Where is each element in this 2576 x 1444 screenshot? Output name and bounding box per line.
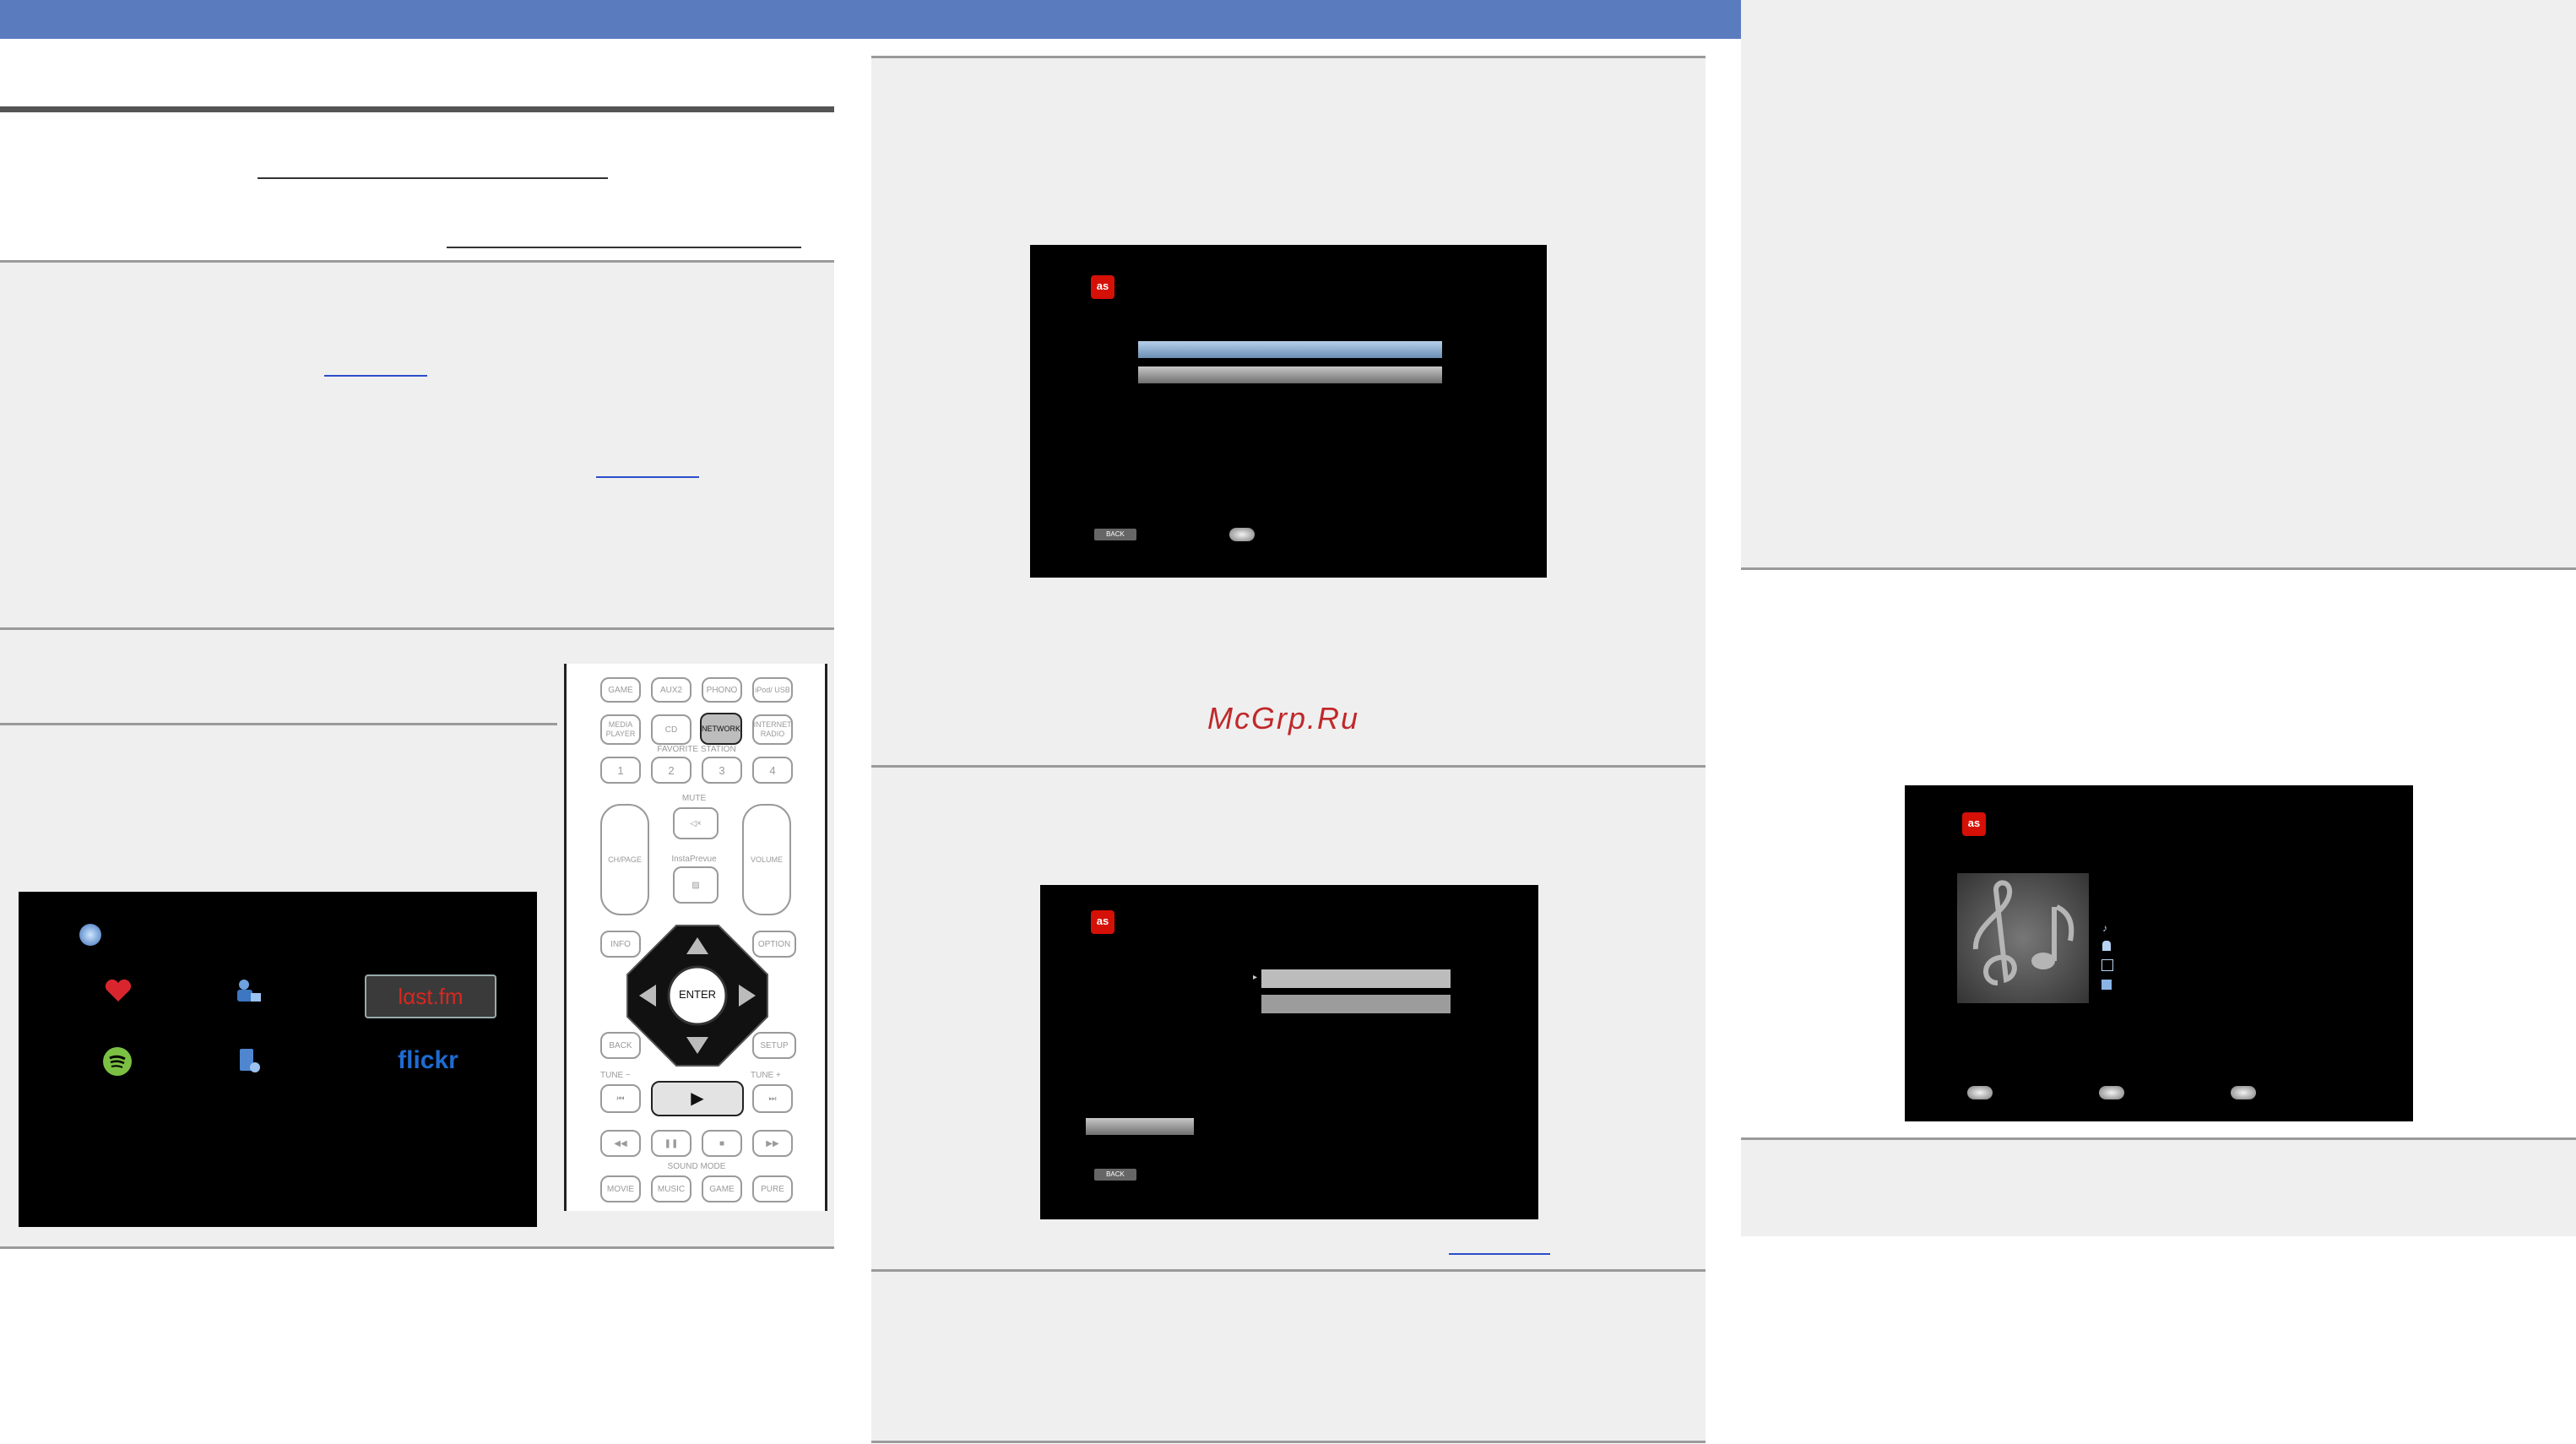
lastfm-login-screen: as BACK xyxy=(1030,245,1547,578)
game-mode-button[interactable]: GAME xyxy=(702,1175,742,1202)
pause-icon: ❚❚ xyxy=(664,1138,679,1148)
skip-back-button[interactable]: ⏮ xyxy=(600,1084,641,1113)
setup-button[interactable]: SETUP xyxy=(752,1032,796,1059)
pause-button[interactable]: ❚❚ xyxy=(651,1130,691,1157)
play-icon: ▶ xyxy=(691,1088,704,1108)
page-link[interactable] xyxy=(596,476,699,478)
sound-mode-label: SOUND MODE xyxy=(667,1162,726,1171)
lastfm-logo-icon: as xyxy=(1091,910,1114,934)
skip-forward-icon: ⏭ xyxy=(768,1094,777,1104)
album-art xyxy=(1957,873,2089,1003)
pure-button[interactable]: PURE xyxy=(752,1175,793,1202)
ipod-usb-button[interactable]: iPod/ USB xyxy=(752,677,793,703)
option-bar[interactable] xyxy=(1086,1118,1194,1135)
control-icon xyxy=(2099,1086,2124,1099)
spotify-icon[interactable] xyxy=(103,1047,132,1076)
network-screen: lαst.fm flickr xyxy=(19,892,537,1227)
underline-text xyxy=(447,247,801,248)
step-box xyxy=(0,630,557,723)
note-box xyxy=(0,263,834,627)
account-field-selected[interactable] xyxy=(1138,341,1442,358)
media-server-icon[interactable] xyxy=(234,978,264,1005)
step-box xyxy=(1741,0,2576,567)
page-link[interactable] xyxy=(1449,1253,1550,1255)
watermark: McGrp.Ru xyxy=(1207,701,1360,736)
ch-page-rocker[interactable]: CH/PAGE xyxy=(600,804,649,915)
volume-rocker[interactable]: VOLUME xyxy=(742,804,791,915)
mute-button[interactable]: ◁× xyxy=(673,807,719,839)
note-box xyxy=(1741,1140,2576,1236)
album-icon xyxy=(2101,959,2113,971)
cursor-control-icon xyxy=(1229,528,1255,541)
usb-music-icon[interactable] xyxy=(235,1047,263,1076)
stop-button[interactable]: ■ xyxy=(702,1130,742,1157)
cursor-arrow-icon: ▸ xyxy=(1253,973,1258,982)
skip-back-icon: ⏮ xyxy=(616,1094,625,1104)
aux2-button[interactable]: AUX2 xyxy=(651,677,691,703)
password-field[interactable] xyxy=(1138,366,1442,383)
enter-button[interactable]: ENTER xyxy=(669,988,726,1001)
play-button[interactable]: ▶ xyxy=(651,1081,744,1116)
control-icon xyxy=(1967,1086,1993,1099)
skip-forward-button[interactable]: ⏭ xyxy=(752,1084,793,1113)
back-button[interactable]: BACK xyxy=(1094,529,1136,540)
cursor-pad[interactable]: ENTER xyxy=(624,922,771,1069)
heart-radio-icon[interactable] xyxy=(103,978,133,1003)
number-key-3[interactable]: 3 xyxy=(702,757,742,784)
fast-forward-icon: ▶▶ xyxy=(766,1138,779,1148)
movie-button[interactable]: MOVIE xyxy=(600,1175,641,1202)
instaprevue-icon: ▨ xyxy=(691,880,700,890)
step-box xyxy=(871,1272,1706,1442)
internet-radio-button[interactable]: INTERNET RADIO xyxy=(752,714,793,745)
instaprevue-label: InstaPrevue xyxy=(671,855,717,864)
music-button[interactable]: MUSIC xyxy=(651,1175,691,1202)
tune-minus-label: TUNE − xyxy=(600,1071,631,1080)
menu-item-selected[interactable] xyxy=(1261,969,1451,988)
back-button[interactable]: BACK xyxy=(1094,1169,1136,1181)
control-icon xyxy=(2231,1086,2256,1099)
page-link[interactable] xyxy=(324,375,427,377)
favorite-station-label: FAVORITE STATION xyxy=(657,745,736,754)
globe-icon xyxy=(79,924,101,946)
volume-label: VOLUME xyxy=(750,855,783,864)
mute-icon: ◁× xyxy=(690,818,702,828)
divider xyxy=(1741,567,2576,570)
artist-icon xyxy=(2102,941,2111,951)
number-key-4[interactable]: 4 xyxy=(752,757,793,784)
tune-plus-label: TUNE + xyxy=(751,1071,781,1080)
lastfm-logo-icon: as xyxy=(1091,275,1114,299)
ch-page-label: CH/PAGE xyxy=(608,855,642,864)
fast-forward-button[interactable]: ▶▶ xyxy=(752,1130,793,1157)
music-note-icon: ♪ xyxy=(2102,922,2107,934)
number-key-1[interactable]: 1 xyxy=(600,757,641,784)
lastfm-logo-icon: as xyxy=(1962,812,1986,836)
rewind-button[interactable]: ◀◀ xyxy=(600,1130,641,1157)
stop-icon: ■ xyxy=(719,1138,725,1148)
game-button[interactable]: GAME xyxy=(600,677,641,703)
underline-text xyxy=(258,177,608,179)
divider xyxy=(0,1246,834,1249)
playback-screen: as ♪ xyxy=(1905,785,2413,1121)
media-player-button[interactable]: MEDIA PLAYER xyxy=(600,714,641,745)
menu-item[interactable] xyxy=(1261,995,1451,1013)
flickr-tile[interactable]: flickr xyxy=(373,1044,483,1078)
phono-button[interactable]: PHONO xyxy=(702,677,742,703)
mute-label: MUTE xyxy=(681,794,707,803)
instaprevue-button[interactable]: ▨ xyxy=(673,866,719,904)
number-key-2[interactable]: 2 xyxy=(651,757,691,784)
cd-button[interactable]: CD xyxy=(651,714,691,745)
remote-control: GAME AUX2 PHONO iPod/ USB MEDIA PLAYER C… xyxy=(564,664,827,1211)
lastfm-tile[interactable]: lαst.fm xyxy=(365,974,496,1018)
station-icon xyxy=(2101,980,2112,990)
network-button[interactable]: NETWORK xyxy=(700,713,742,745)
section-rule xyxy=(0,106,834,112)
rewind-icon: ◀◀ xyxy=(614,1138,627,1148)
back-button[interactable]: BACK xyxy=(600,1032,641,1059)
lastfm-menu-screen: as ▸ BACK xyxy=(1040,885,1538,1219)
divider xyxy=(871,1441,1706,1443)
